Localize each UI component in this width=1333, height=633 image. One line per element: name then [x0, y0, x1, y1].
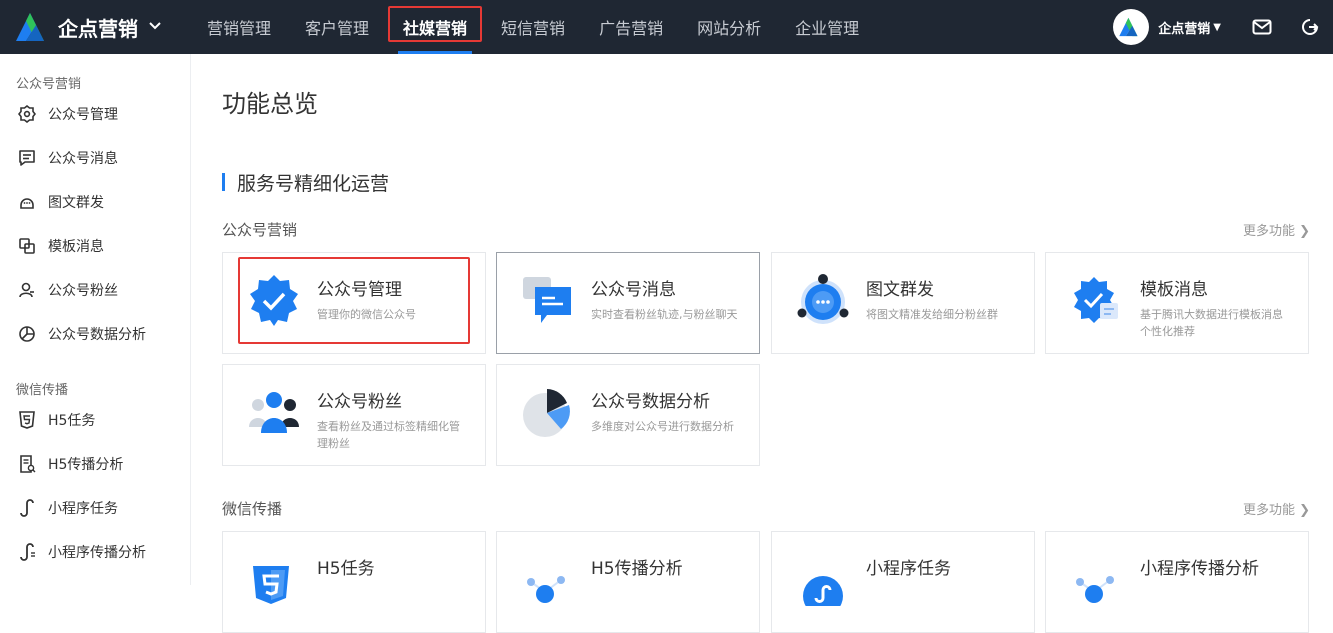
miniprogram-icon [17, 498, 37, 518]
main-nav: 营销管理 客户管理 社媒营销 短信营销 广告营销 网站分析 企业管理 [190, 0, 876, 54]
group-header: 公众号营销 更多功能 ❯ [222, 220, 1310, 239]
sidebar-item-h5-analysis[interactable]: H5传播分析 [0, 442, 190, 486]
feature-card-fans[interactable]: 公众号粉丝 查看粉丝及通过标签精细化管理粉丝 [222, 364, 486, 466]
verified-badge-icon [250, 275, 298, 326]
sidebar-item-template-message[interactable]: 模板消息 [0, 224, 190, 268]
feature-card-template-message[interactable]: 模板消息 基于腾讯大数据进行模板消息个性化推荐 [1045, 252, 1309, 354]
user-icon [17, 280, 37, 300]
brand-logo-icon [1119, 17, 1138, 37]
section-accent-bar [222, 173, 225, 191]
sidebar-item-messages[interactable]: 公众号消息 [0, 136, 190, 180]
feature-card-messages[interactable]: 公众号消息 实时查看粉丝轨迹,与粉丝聊天 [496, 252, 760, 354]
pie-chart-icon [17, 324, 37, 344]
miniprogram-analysis-icon [17, 542, 37, 562]
nav-tab-sms[interactable]: 短信营销 [484, 0, 582, 54]
miniprogram-share-icon [1076, 576, 1114, 603]
html5-icon [17, 410, 37, 430]
sidebar-group-title: 微信传播 [16, 383, 69, 398]
nav-tab-web-analytics[interactable]: 网站分析 [680, 0, 778, 54]
user-menu[interactable]: 企点营销 [1158, 18, 1210, 37]
sidebar: 公众号营销 公众号管理 公众号消息 图文群发 模板消息 公众号粉丝 公众号数据分… [0, 54, 191, 585]
feature-card-miniprogram-task[interactable]: 小程序任务 [771, 531, 1035, 633]
broadcast-icon [17, 192, 37, 212]
sidebar-item-miniprogram-analysis[interactable]: 小程序传播分析 [0, 530, 190, 574]
broadcast-icon [797, 274, 849, 324]
nav-tab-customers[interactable]: 客户管理 [288, 0, 386, 54]
nav-tab-enterprise[interactable]: 企业管理 [778, 0, 876, 54]
nav-tab-ads[interactable]: 广告营销 [582, 0, 680, 54]
logout-icon[interactable] [1299, 16, 1321, 38]
sidebar-item-broadcast[interactable]: 图文群发 [0, 180, 190, 224]
share-network-icon [527, 576, 565, 603]
brand-logo-icon [16, 13, 44, 41]
users-icon [249, 392, 299, 433]
chat-bubble-icon [523, 277, 571, 323]
feature-card-broadcast[interactable]: 图文群发 将图文精准发给细分粉丝群 [771, 252, 1035, 354]
pie-chart-icon [523, 389, 570, 437]
sidebar-item-account-management[interactable]: 公众号管理 [0, 92, 190, 136]
chevron-down-icon [148, 19, 162, 35]
report-icon [17, 454, 37, 474]
more-features-link[interactable]: 更多功能 ❯ [1243, 220, 1310, 239]
brand-name: 企点营销 [58, 16, 138, 41]
more-features-link[interactable]: 更多功能 ❯ [1243, 499, 1310, 518]
mail-icon[interactable] [1251, 16, 1273, 38]
user-area: 企点营销 ▼ [1113, 0, 1333, 54]
sidebar-item-fans[interactable]: 公众号粉丝 [0, 268, 190, 312]
gear-badge-icon [17, 104, 37, 124]
sidebar-group-title: 公众号营销 [16, 77, 82, 92]
template-badge-icon [1074, 277, 1118, 323]
feature-card-account-management[interactable]: 公众号管理 管理你的微信公众号 [222, 252, 486, 354]
message-icon [17, 148, 37, 168]
caret-down-icon: ▼ [1213, 21, 1221, 33]
group-header: 微信传播 更多功能 ❯ [222, 499, 1310, 518]
miniprogram-icon [803, 576, 843, 606]
feature-card-h5-task[interactable]: H5任务 [222, 531, 486, 633]
brand-switcher[interactable]: 企点营销 [0, 0, 190, 54]
page-title: 功能总览 [222, 90, 318, 118]
sidebar-item-h5-task[interactable]: H5任务 [0, 398, 190, 442]
nav-tab-social-media[interactable]: 社媒营销 [386, 0, 484, 54]
avatar[interactable] [1113, 9, 1150, 45]
feature-card-h5-analysis[interactable]: H5传播分析 [496, 531, 760, 633]
sidebar-item-data-analysis[interactable]: 公众号数据分析 [0, 312, 190, 356]
feature-card-data-analysis[interactable]: 公众号数据分析 多维度对公众号进行数据分析 [496, 364, 760, 466]
feature-card-miniprogram-analysis[interactable]: 小程序传播分析 [1045, 531, 1309, 633]
nav-tab-marketing[interactable]: 营销管理 [190, 0, 288, 54]
section-title: 服务号精细化运营 [222, 170, 389, 195]
sidebar-item-miniprogram-task[interactable]: 小程序任务 [0, 486, 190, 530]
template-icon [17, 236, 37, 256]
main-content: 功能总览 服务号精细化运营 公众号营销 更多功能 ❯ 公众号管理 管理你的微信公… [192, 54, 1333, 633]
top-navigation-bar: 企点营销 营销管理 客户管理 社媒营销 短信营销 广告营销 网站分析 企业管理 … [0, 0, 1333, 54]
html5-icon [253, 566, 289, 604]
